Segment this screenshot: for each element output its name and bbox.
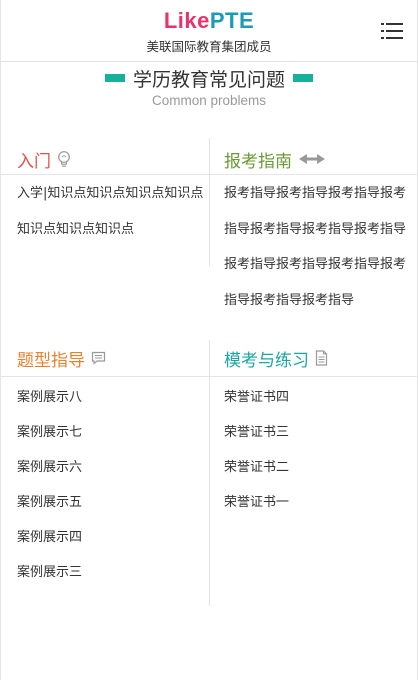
title-accent-bar-right [293,74,313,82]
category-mock-header[interactable]: 模考与练习 [224,341,328,375]
list-item[interactable]: 荣誉证书二 [224,456,289,475]
category-intro-header[interactable]: 入门 [17,142,71,176]
header: LikePTE 美联国际教育集团成员 [1,0,417,62]
page: LikePTE 美联国际教育集团成员 学历教育常见问题 Common probl… [0,0,418,680]
lightbulb-icon [57,150,71,168]
tagline: 美联国际教育集团成员 [146,39,272,54]
logo-like-text: Like [163,8,210,33]
category-mock-title: 模考与练习 [224,350,309,371]
list-item[interactable]: 荣誉证书一 [224,491,289,510]
section-title-cn: 学历教育常见问题 [132,68,285,91]
list-item[interactable]: 案例展示七 [17,421,82,440]
category-guide-content[interactable]: 报考指导报考指导报考指导报考指导报考指导报考指导报考指导报考指导报考指导报考指导… [224,176,408,318]
title-accent-bar-left [104,74,125,82]
document-icon [315,350,328,366]
section-title-en: Common problems [151,93,267,108]
list-item[interactable]: 案例展示三 [17,561,82,580]
comment-icon [91,351,106,365]
category-guide-title: 报考指南 [224,151,292,172]
list-item[interactable]: 案例展示八 [17,386,82,405]
category-types-header[interactable]: 题型指导 [17,341,106,375]
list-item[interactable]: 案例展示五 [17,491,82,510]
logo[interactable]: LikePTE [1,8,417,34]
category-types-title: 题型指导 [17,350,85,371]
category-intro-content[interactable]: 入学|知识点知识点知识点知识点知识点知识点知识点 [17,176,207,247]
arrows-icon [298,153,326,165]
column-divider-bottom [209,340,210,606]
section-title: 学历教育常见问题 Common problems [1,65,417,113]
list-item[interactable]: 荣誉证书三 [224,421,289,440]
menu-icon [381,23,403,39]
category-guide-header[interactable]: 报考指南 [224,142,326,176]
list-item[interactable]: 案例展示四 [17,526,82,545]
logo-pte-text: PTE [209,8,255,33]
category-intro-title: 入门 [17,151,51,172]
column-divider-top [209,138,210,266]
list-item[interactable]: 荣誉证书四 [224,386,289,405]
menu-button[interactable] [381,21,403,41]
list-item[interactable]: 案例展示六 [17,456,82,475]
